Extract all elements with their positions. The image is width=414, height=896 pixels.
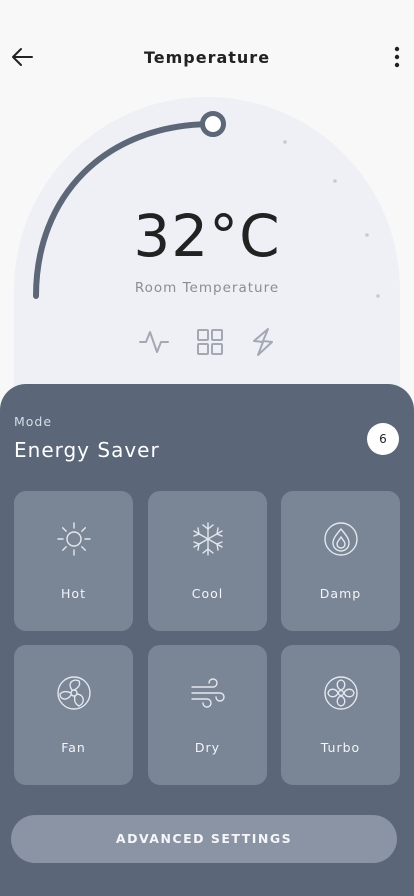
tile-label: Fan xyxy=(61,740,86,755)
bolt-button[interactable] xyxy=(246,325,280,359)
advanced-settings-button[interactable]: ADVANCED SETTINGS xyxy=(11,815,397,863)
dial-actions xyxy=(14,325,400,359)
bolt-icon xyxy=(253,328,273,356)
grid-icon xyxy=(197,329,223,355)
activity-icon xyxy=(139,331,169,353)
tile-label: Damp xyxy=(319,586,362,601)
tile-label: Turbo xyxy=(320,740,361,755)
drop-fire-icon xyxy=(324,522,358,556)
mode-label: Mode xyxy=(14,414,53,429)
snowflake-icon xyxy=(193,522,223,556)
temperature-label: Room Temperature xyxy=(134,280,280,296)
mode-panel: Mode Energy Saver 6 Hot Cool Damp Fan Dr… xyxy=(0,384,414,896)
fan-icon xyxy=(57,676,91,710)
mode-value: Energy Saver xyxy=(14,438,160,462)
more-options-button[interactable] xyxy=(382,42,412,72)
tile-label: Hot xyxy=(61,586,86,601)
wind-icon xyxy=(191,678,225,708)
mode-tile-hot[interactable]: Hot xyxy=(14,491,133,631)
temperature-knob[interactable] xyxy=(200,111,226,137)
mode-count-badge: 6 xyxy=(367,423,399,455)
mode-tile-fan[interactable]: Fan xyxy=(14,645,133,785)
mode-tile-dry[interactable]: Dry xyxy=(148,645,267,785)
more-vertical-icon xyxy=(394,46,400,68)
page-title: Temperature xyxy=(143,48,271,67)
mode-tile-cool[interactable]: Cool xyxy=(148,491,267,631)
activity-button[interactable] xyxy=(137,325,171,359)
turbo-fan-icon xyxy=(324,676,358,710)
sun-icon xyxy=(57,522,91,556)
mode-tile-damp[interactable]: Damp xyxy=(281,491,400,631)
grid-button[interactable] xyxy=(193,325,227,359)
app-header: Temperature xyxy=(0,30,414,86)
tile-label: Cool xyxy=(191,586,224,601)
mode-tile-turbo[interactable]: Turbo xyxy=(281,645,400,785)
temperature-value: 32°C xyxy=(133,202,281,270)
tile-label: Dry xyxy=(194,740,221,755)
